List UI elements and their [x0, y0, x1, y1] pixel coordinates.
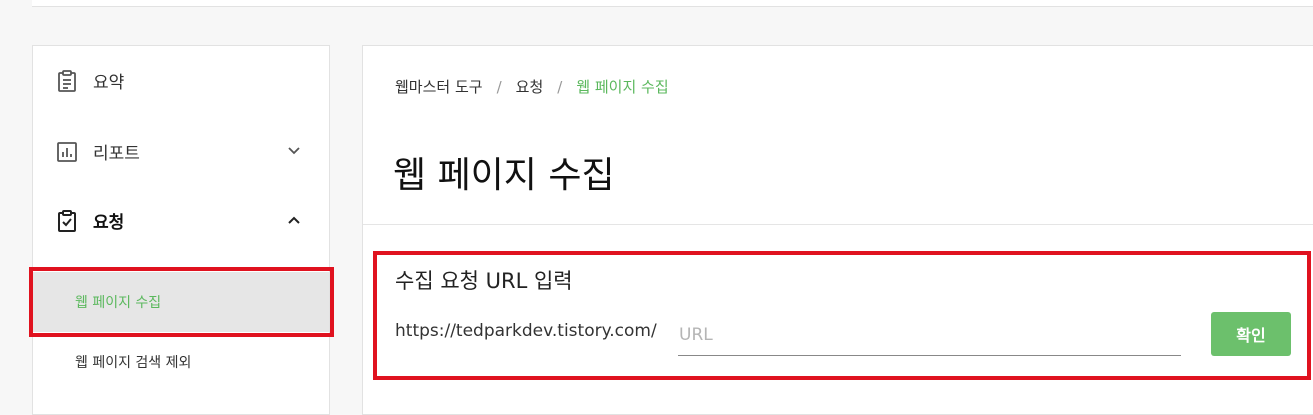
- section-title: 수집 요청 URL 입력: [395, 269, 573, 293]
- page-title: 웹 페이지 수집: [393, 155, 615, 196]
- bar-chart-icon: [55, 140, 79, 164]
- breadcrumb-separator: /: [557, 77, 563, 96]
- clipboard-list-icon: [55, 69, 79, 93]
- breadcrumb-separator: /: [496, 77, 502, 96]
- breadcrumb-item-current: 웹 페이지 수집: [576, 78, 669, 96]
- sidebar-item-summary[interactable]: 요약: [33, 55, 329, 105]
- top-bar: [32, 0, 1313, 7]
- sidebar: 요약 리포트 요청 웹 페이지 수집 웹 페이지 검색 제외: [32, 45, 330, 415]
- sidebar-subitem-label: 웹 페이지 검색 제외: [75, 355, 192, 371]
- breadcrumb-item-webmaster-tools[interactable]: 웹마스터 도구: [395, 76, 483, 97]
- clipboard-check-icon: [55, 209, 79, 233]
- main-panel: 웹마스터 도구 / 요청 / 웹 페이지 수집 웹 페이지 수집: [362, 45, 1313, 415]
- sidebar-subitem-web-page-exclude[interactable]: 웹 페이지 검색 제외: [33, 332, 329, 392]
- chevron-down-icon[interactable]: [285, 142, 303, 160]
- url-prefix: https://tedparkdev.tistory.com/: [395, 321, 657, 341]
- sidebar-item-label: 요청: [93, 212, 125, 233]
- sidebar-item-label: 리포트: [93, 143, 140, 164]
- url-input[interactable]: [678, 314, 1181, 356]
- chevron-up-icon[interactable]: [285, 211, 303, 229]
- sidebar-subitem-label: 웹 페이지 수집: [75, 295, 162, 311]
- sidebar-item-report[interactable]: 리포트: [33, 126, 329, 176]
- sidebar-subitem-web-page-collect[interactable]: 웹 페이지 수집: [33, 272, 329, 332]
- confirm-button[interactable]: 확인: [1211, 312, 1291, 356]
- sidebar-item-request[interactable]: 요청: [33, 195, 329, 245]
- breadcrumb-item-request[interactable]: 요청: [516, 76, 544, 97]
- sidebar-item-label: 요약: [93, 72, 125, 93]
- breadcrumb: 웹마스터 도구 / 요청 / 웹 페이지 수집: [395, 76, 669, 97]
- divider: [363, 224, 1313, 225]
